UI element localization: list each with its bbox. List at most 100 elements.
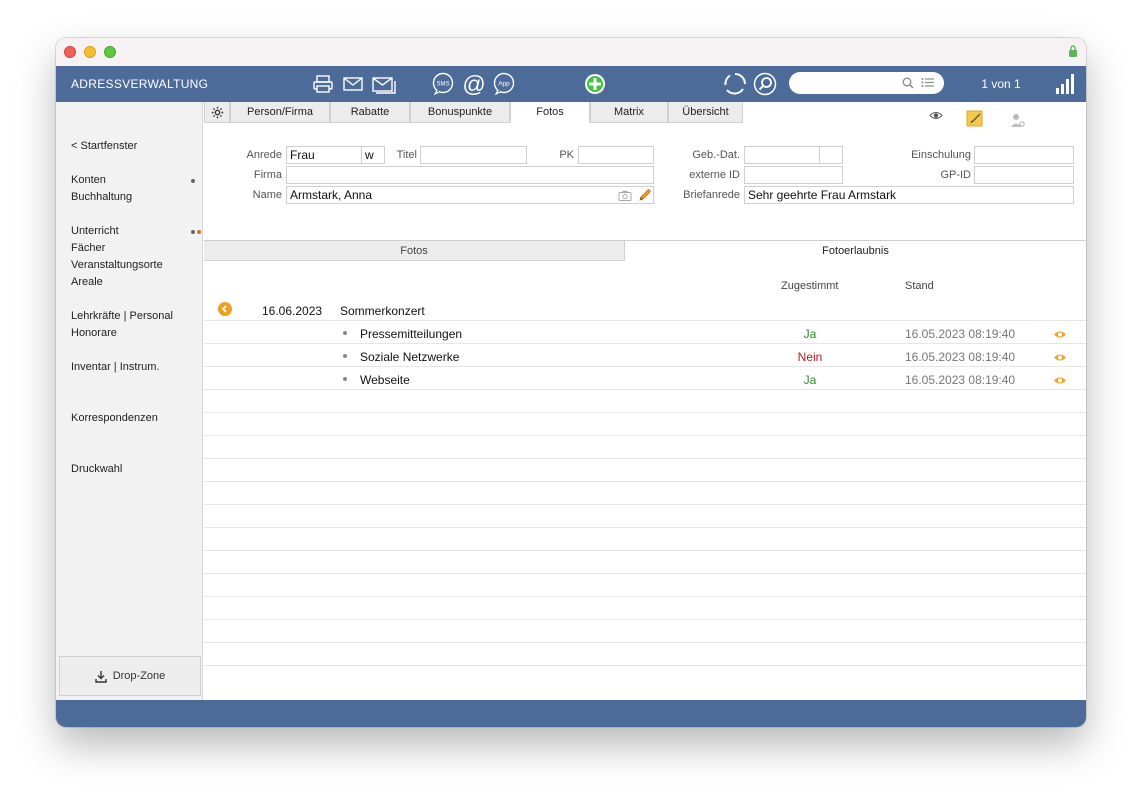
row-divider <box>204 389 1086 390</box>
row-divider <box>204 665 1086 666</box>
lock-icon <box>1069 45 1077 57</box>
firma-field[interactable] <box>286 166 654 184</box>
consent-date: 16.05.2023 08:19:40 <box>905 350 1016 364</box>
search-icon[interactable] <box>753 71 777 97</box>
bullet-icon <box>343 331 347 335</box>
anrede-field[interactable]: Frau <box>286 146 362 164</box>
refresh-icon[interactable] <box>723 71 747 97</box>
sms-icon[interactable]: SMS <box>431 71 455 97</box>
camera-icon[interactable] <box>618 190 632 201</box>
sidebar-item-startfenster[interactable]: < Startfenster <box>71 140 137 152</box>
age-field[interactable] <box>819 146 843 164</box>
tab-fotos[interactable]: Fotos <box>510 102 590 123</box>
bullet-icon <box>343 377 347 381</box>
tab-uebersicht[interactable]: Übersicht <box>668 102 743 123</box>
row-divider <box>204 596 1086 597</box>
anrede-label: Anrede <box>246 149 282 161</box>
subtab-fotoerlaubnis[interactable]: Fotoerlaubnis <box>625 241 1086 261</box>
externe-id-label: externe ID <box>689 169 740 181</box>
eye-icon[interactable] <box>1053 330 1067 339</box>
tab-matrix[interactable]: Matrix <box>590 102 668 123</box>
row-divider <box>204 504 1086 505</box>
sidebar-item-unterricht[interactable]: Unterricht <box>71 225 119 237</box>
sidebar-item-lehrkraefte[interactable]: Lehrkräfte | Personal <box>71 310 173 322</box>
briefanrede-field[interactable]: Sehr geehrte Frau Armstark <box>744 186 1074 204</box>
close-window-button[interactable] <box>64 46 76 58</box>
sidebar-item-veranstaltungsorte[interactable]: Veranstaltungsorte <box>71 259 163 271</box>
sidebar-item-areale[interactable]: Areale <box>71 276 103 288</box>
gender-field[interactable]: w <box>361 146 385 164</box>
firma-label: Firma <box>253 169 282 181</box>
status-bar <box>56 700 1086 727</box>
tab-bonuspunkte[interactable]: Bonuspunkte <box>410 102 510 123</box>
sidebar-item-druckwahl[interactable]: Druckwahl <box>71 463 122 475</box>
app-title: ADRESSVERWALTUNG <box>71 77 209 91</box>
sidebar-item-faecher[interactable]: Fächer <box>71 242 105 254</box>
note-icon[interactable] <box>966 110 984 131</box>
subtab-fotos[interactable]: Fotos <box>204 241 625 261</box>
add-icon[interactable] <box>583 71 607 97</box>
gebdat-label: Geb.-Dat. <box>692 149 740 161</box>
gebdat-field[interactable] <box>744 146 820 164</box>
sidebar-item-honorare[interactable]: Honorare <box>71 327 117 339</box>
column-header-zugestimmt: Zugestimmt <box>781 280 839 292</box>
sidebar-item-buchhaltung[interactable]: Buchhaltung <box>71 191 132 203</box>
consent-label: Pressemitteilungen <box>360 327 463 341</box>
photo-subtabs: Fotos Fotoerlaubnis <box>204 240 1086 261</box>
list-icon[interactable] <box>921 77 934 88</box>
at-icon[interactable]: @ <box>461 71 487 97</box>
status-dot <box>191 179 195 183</box>
briefanrede-label: Briefanrede <box>683 189 740 201</box>
search-icon <box>902 77 914 89</box>
eye-icon[interactable] <box>1053 353 1067 362</box>
status-dot-alert <box>197 230 201 234</box>
row-divider <box>204 366 1086 367</box>
drop-zone[interactable]: Drop-Zone <box>59 656 201 696</box>
event-date: 16.06.2023 <box>262 304 323 318</box>
download-icon <box>95 670 107 683</box>
record-counter: 1 von 1 <box>981 77 1021 91</box>
pk-label: PK <box>559 149 574 161</box>
einschulung-field[interactable] <box>974 146 1074 164</box>
consent-date: 16.05.2023 08:19:40 <box>905 327 1016 341</box>
consent-label: Webseite <box>360 373 410 387</box>
drop-zone-label: Drop-Zone <box>112 670 166 682</box>
edit-pencil-icon[interactable] <box>638 188 652 202</box>
sidebar: < Startfenster Konten Buchhaltung Unterr… <box>56 102 203 700</box>
signal-icon[interactable] <box>1056 74 1074 94</box>
gpid-field[interactable] <box>974 166 1074 184</box>
externe-id-field[interactable] <box>744 166 843 184</box>
row-divider <box>204 412 1086 413</box>
back-arrow-icon[interactable] <box>218 302 232 316</box>
zoom-window-button[interactable] <box>104 46 116 58</box>
printer-icon[interactable] <box>312 71 334 97</box>
mail-stack-icon[interactable] <box>371 71 397 97</box>
tab-rabatte[interactable]: Rabatte <box>330 102 410 123</box>
column-header-stand: Stand <box>905 280 934 292</box>
gear-icon <box>211 106 223 118</box>
person-key-icon[interactable] <box>1010 112 1026 131</box>
titel-label: Titel <box>396 149 417 161</box>
eye-icon[interactable] <box>929 111 943 123</box>
mail-icon[interactable] <box>342 71 364 97</box>
consent-status: Ja <box>803 373 817 387</box>
sidebar-item-inventar[interactable]: Inventar | Instrum. <box>71 361 159 373</box>
main-panel: Person/Firma Rabatte Bonuspunkte Fotos M… <box>204 102 1086 700</box>
window-titlebar <box>56 38 1086 66</box>
pk-field[interactable] <box>578 146 654 164</box>
app-icon[interactable]: App <box>492 71 516 97</box>
tab-person-firma[interactable]: Person/Firma <box>230 102 330 123</box>
svg-text:@: @ <box>462 71 485 97</box>
row-divider <box>204 550 1086 551</box>
tab-settings[interactable] <box>204 102 230 123</box>
search-field[interactable] <box>789 72 944 94</box>
minimize-window-button[interactable] <box>84 46 96 58</box>
sidebar-item-konten[interactable]: Konten <box>71 174 106 186</box>
name-label: Name <box>252 189 282 201</box>
row-divider <box>204 458 1086 459</box>
titel-field[interactable] <box>420 146 527 164</box>
sidebar-item-korrespondenzen[interactable]: Korrespondenzen <box>71 412 158 424</box>
eye-icon[interactable] <box>1053 376 1067 385</box>
consent-status: Nein <box>797 350 823 364</box>
name-field[interactable]: Armstark, Anna <box>286 186 654 204</box>
